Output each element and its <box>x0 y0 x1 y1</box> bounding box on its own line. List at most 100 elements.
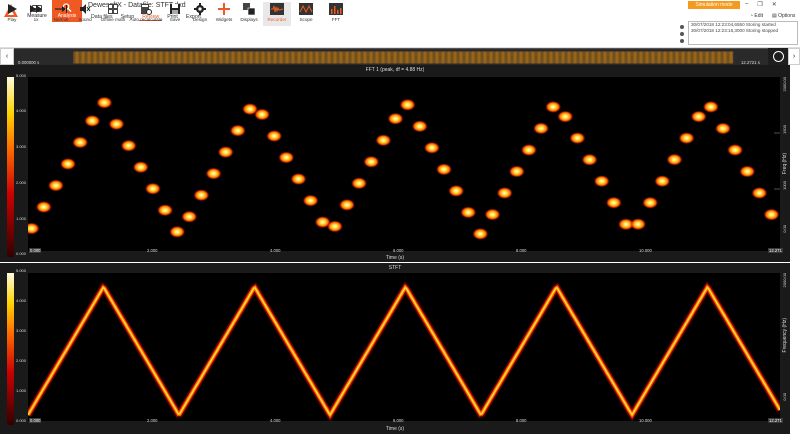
fft-peak-blob <box>96 96 113 109</box>
play-button[interactable]: Play <box>2 2 22 26</box>
restore-icon[interactable]: ❐ <box>757 1 762 8</box>
fft-x-axis-label: Time (s) <box>385 255 405 261</box>
x-tick-end: 12.271 <box>768 418 783 423</box>
speaker-mute-icon <box>80 4 91 14</box>
data-overview-strip[interactable]: 0.000000 s 12.2721 s <box>14 48 768 65</box>
overview-expand-button[interactable]: › <box>788 48 800 65</box>
fft-peak-blob <box>436 163 452 176</box>
fft-peak-blob <box>290 173 307 185</box>
overview-signal <box>73 51 734 64</box>
colorbar-tick: 2.000 <box>16 180 27 185</box>
save-button[interactable]: Save <box>166 2 184 26</box>
x-tick: 2.000 <box>147 418 158 423</box>
fft-panel: FFT 1 (peak, df = 4.88 Hz) 5.000 4.000 3… <box>0 65 790 262</box>
minimize-icon[interactable]: – <box>745 1 748 8</box>
normal-label: Normal <box>53 17 69 22</box>
fft-peak-blob <box>484 208 501 221</box>
save-label: Save <box>169 17 181 22</box>
design-button[interactable]: Design <box>190 2 210 26</box>
fft-peak-blob <box>472 227 489 240</box>
x-tick: 4.000 <box>270 248 281 253</box>
overview-collapse-button[interactable]: ‹ <box>0 48 14 65</box>
edit-button[interactable]: ◔ Edit <box>750 13 763 19</box>
y-tick-top: 2000.00 <box>782 77 787 92</box>
math-grid-icon <box>108 4 118 14</box>
fft-peak-blob <box>448 184 465 197</box>
x-tick: 10.000 <box>639 248 652 253</box>
normal-speed-button[interactable]: Normal <box>50 2 72 26</box>
widgets-button[interactable]: Widgets <box>212 2 236 26</box>
sound-button[interactable]: Sound <box>74 2 96 26</box>
fft-button[interactable]: FFT <box>325 2 347 26</box>
displays-icon <box>243 3 255 15</box>
fft-peak-blob <box>508 165 525 178</box>
auto-recalculate-button[interactable]: Auto recalculate <box>128 2 164 26</box>
colorbar-tick: 5.000 <box>16 268 27 273</box>
fft-peak-blob <box>460 206 477 219</box>
fft-peak-blob <box>339 198 355 211</box>
x-tick-start: 0.000 <box>29 248 42 253</box>
fft-peak-blob <box>229 124 246 137</box>
fft-peak-blob <box>678 132 695 145</box>
fft-peak-blob <box>545 100 562 113</box>
right-scroll-gutter[interactable] <box>790 65 800 434</box>
fft-peak-blob <box>169 225 186 238</box>
fft-peak-blob <box>157 204 174 217</box>
fft-peak-blob <box>496 187 513 199</box>
fft-peak-blob <box>557 110 574 123</box>
fft-peak-blob <box>28 222 40 235</box>
recorder-button[interactable]: Recorder <box>263 2 291 26</box>
fft-peak-blob <box>593 175 610 188</box>
recorder-icon <box>270 3 284 15</box>
fft-peak-blob <box>266 130 283 142</box>
fft-peak-blob <box>399 98 416 111</box>
fft-panel-title: FFT 1 (peak, df = 4.88 Hz) <box>365 67 425 73</box>
close-icon[interactable]: ✕ <box>772 1 777 8</box>
fft-peak-blob <box>278 151 295 164</box>
fft-peak-blob <box>654 175 671 188</box>
displays-button[interactable]: Displays <box>238 2 260 26</box>
fft-icon <box>329 3 343 15</box>
colorbar-tick: 5.000 <box>16 73 27 78</box>
fft-peak-blob <box>569 132 586 145</box>
stft-y-axis-label: Frequency (Hz) <box>782 318 788 353</box>
fft-peak-blob <box>739 165 756 178</box>
fft-peak-blob <box>363 155 380 168</box>
x-tick-start: 0.000 <box>29 418 42 423</box>
play-icon <box>8 4 17 14</box>
y-tick: 1000 <box>782 181 787 190</box>
plus-icon <box>218 3 230 15</box>
scope-button[interactable]: Scope <box>294 2 318 26</box>
speed-label: 1x <box>33 17 39 22</box>
sound-label: Sound <box>78 17 92 22</box>
y-tick-bottom: 0.00 <box>782 225 787 233</box>
fft-peak-blob <box>751 187 768 199</box>
stft-spectrogram-plot[interactable] <box>28 273 780 421</box>
event-log: 30/07/2018 12:23:04,6550 Storing started… <box>688 21 798 45</box>
fft-spectrogram-plot[interactable] <box>28 77 780 251</box>
colorbar-tick: 3.000 <box>16 328 27 333</box>
fast-forward-button[interactable]: 1x <box>24 2 48 26</box>
colorbar-tick: 0.000 <box>16 418 27 423</box>
log-scroll-icon[interactable] <box>678 22 686 46</box>
simulation-mode-badge: Simulation mode <box>688 1 740 9</box>
gear-icon <box>194 3 206 15</box>
x-tick: 8.000 <box>516 418 527 423</box>
fft-colorbar <box>7 77 14 257</box>
auto-recalculate-label: Auto recalculate <box>129 17 163 22</box>
offline-math-button[interactable]: Offline math <box>98 2 128 26</box>
step-icon <box>55 5 67 13</box>
fft-peak-blob <box>193 189 210 202</box>
colorbar-tick: 2.000 <box>16 358 27 363</box>
displays-label: Displays <box>240 17 258 22</box>
options-button[interactable]: ▤ Options <box>772 13 795 19</box>
x-tick: 8.000 <box>516 248 527 253</box>
colorbar-tick: 3.000 <box>16 144 27 149</box>
fft-peak-blob <box>181 210 198 223</box>
stft-panel: STFT 5.000 4.000 3.000 2.000 1.000 0.000… <box>0 263 790 434</box>
colorbar-tick: 1.000 <box>16 216 27 221</box>
x-tick: 10.000 <box>639 418 652 423</box>
y-tick: 1500 <box>782 125 787 134</box>
fft-peak-blob <box>254 108 271 121</box>
fft-peak-blob <box>520 144 537 156</box>
